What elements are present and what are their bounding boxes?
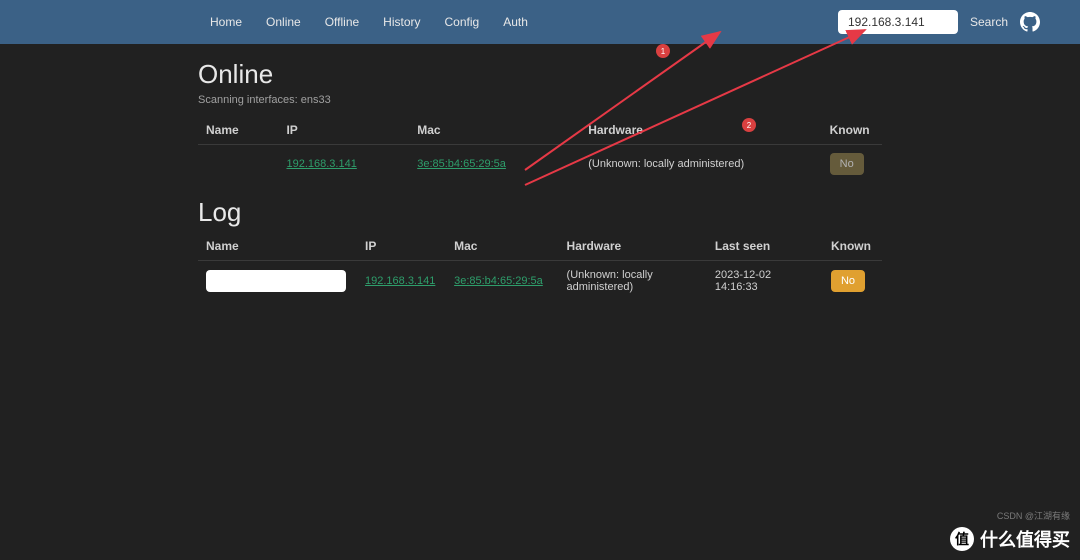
col-name: Name: [198, 116, 278, 145]
log-known-button[interactable]: No: [831, 270, 865, 292]
watermark: 值 什么值得买: [950, 526, 1070, 552]
github-icon[interactable]: [1020, 12, 1040, 32]
col-mac: Mac: [409, 116, 580, 145]
scanning-subtitle: Scanning interfaces: ens33: [198, 94, 882, 106]
log-col-lastseen: Last seen: [707, 232, 823, 261]
nav-home[interactable]: Home: [200, 9, 252, 35]
log-row: 192.168.3.141 3e:85:b4:65:29:5a (Unknown…: [198, 261, 882, 302]
nav-links: Home Online Offline History Config Auth: [200, 9, 838, 35]
nav-auth[interactable]: Auth: [493, 9, 538, 35]
name-filter-input[interactable]: [206, 270, 346, 292]
log-ip-link[interactable]: 192.168.3.141: [365, 275, 435, 287]
log-cell-lastseen: 2023-12-02 14:16:33: [707, 261, 823, 302]
search-area: Search: [838, 10, 1040, 34]
col-known: Known: [822, 116, 882, 145]
known-button[interactable]: No: [830, 153, 864, 175]
log-header-row: Name IP Mac Hardware Last seen Known: [198, 232, 882, 261]
nav-config[interactable]: Config: [435, 9, 490, 35]
search-input[interactable]: [838, 10, 958, 34]
log-col-known: Known: [823, 232, 882, 261]
log-col-name: Name: [198, 232, 357, 261]
online-table: Name IP Mac Hardware Known 192.168.3.141…: [198, 116, 882, 183]
log-col-hardware: Hardware: [559, 232, 707, 261]
online-header-row: Name IP Mac Hardware Known: [198, 116, 882, 145]
nav-online[interactable]: Online: [256, 9, 311, 35]
cell-hardware: (Unknown: locally administered): [580, 145, 821, 184]
watermark-sub: CSDN @江湖有缘: [997, 509, 1070, 522]
watermark-text: 什么值得买: [980, 526, 1070, 552]
online-row: 192.168.3.141 3e:85:b4:65:29:5a (Unknown…: [198, 145, 882, 184]
main-container: Online Scanning interfaces: ens33 Name I…: [0, 44, 1080, 301]
log-table: Name IP Mac Hardware Last seen Known 192…: [198, 232, 882, 301]
log-col-ip: IP: [357, 232, 446, 261]
ip-link[interactable]: 192.168.3.141: [286, 158, 356, 170]
log-title: Log: [198, 197, 882, 228]
navbar: Home Online Offline History Config Auth …: [0, 0, 1080, 44]
log-col-mac: Mac: [446, 232, 558, 261]
cell-name: [198, 145, 278, 184]
nav-history[interactable]: History: [373, 9, 430, 35]
col-hardware: Hardware: [580, 116, 821, 145]
col-ip: IP: [278, 116, 409, 145]
watermark-icon: 值: [950, 527, 974, 551]
mac-link[interactable]: 3e:85:b4:65:29:5a: [417, 158, 506, 170]
search-button[interactable]: Search: [970, 15, 1008, 29]
log-cell-hardware: (Unknown: locally administered): [559, 261, 707, 302]
log-mac-link[interactable]: 3e:85:b4:65:29:5a: [454, 275, 543, 287]
online-title: Online: [198, 59, 882, 90]
nav-offline[interactable]: Offline: [315, 9, 369, 35]
